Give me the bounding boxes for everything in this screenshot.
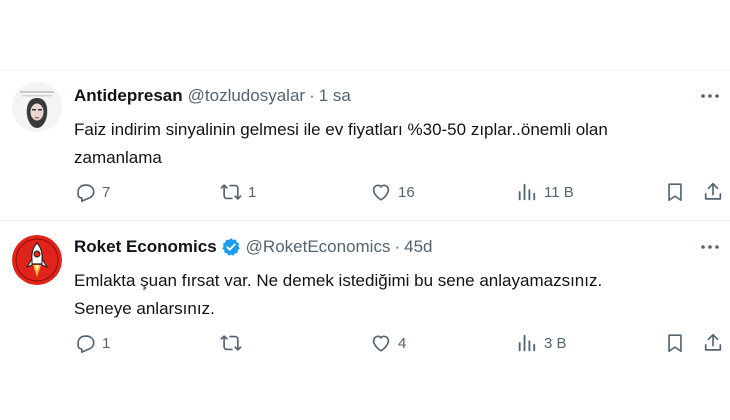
avatar-woman-image bbox=[12, 82, 62, 132]
display-name[interactable]: Roket Economics bbox=[74, 237, 217, 257]
timestamp[interactable]: 1 sa bbox=[319, 86, 351, 106]
reply-count: 1 bbox=[102, 334, 111, 352]
heart-icon bbox=[372, 335, 390, 352]
like-button[interactable]: 4 bbox=[370, 329, 406, 357]
views-button[interactable]: 11 B bbox=[516, 178, 574, 206]
tweet-roket-economics[interactable]: Roket Economics @RoketEconomics · 45d Em… bbox=[0, 221, 730, 371]
heart-icon bbox=[372, 184, 390, 201]
separator-dot: · bbox=[394, 237, 401, 256]
share-button[interactable] bbox=[702, 178, 724, 206]
views-count: 3 B bbox=[544, 334, 567, 352]
user-handle[interactable]: @RoketEconomics bbox=[246, 237, 391, 257]
tweet-antidepresan[interactable]: Antidepresan @tozludosyalar · 1 sa Faiz … bbox=[0, 70, 730, 220]
more-options-button[interactable] bbox=[698, 235, 722, 259]
tweet-text: Emlakta şuan fırsat var. Ne demek istedi… bbox=[74, 267, 694, 323]
reply-button[interactable]: 7 bbox=[74, 178, 110, 206]
display-name[interactable]: Antidepresan bbox=[74, 86, 183, 106]
share-icon bbox=[704, 182, 722, 200]
repost-icon bbox=[220, 184, 242, 200]
timestamp[interactable]: 45d bbox=[404, 237, 432, 257]
more-horizontal-icon bbox=[701, 245, 719, 249]
tweet-text-line: Seneye anlarsınız. bbox=[74, 299, 215, 318]
views-count: 11 B bbox=[544, 183, 574, 201]
avatar-antidepresan[interactable] bbox=[12, 82, 62, 132]
action-bar: 1 4 3 B bbox=[74, 329, 724, 357]
verified-badge-icon[interactable] bbox=[221, 237, 241, 257]
repost-count: 1 bbox=[248, 183, 257, 201]
like-button[interactable]: 16 bbox=[370, 178, 415, 206]
separator-dot: · bbox=[309, 86, 315, 105]
tweet-header: Roket Economics @RoketEconomics · 45d bbox=[74, 235, 433, 259]
views-button[interactable]: 3 B bbox=[516, 329, 567, 357]
views-icon bbox=[518, 334, 536, 352]
more-options-button[interactable] bbox=[698, 84, 722, 108]
tweet-text-line: zamanlama bbox=[74, 148, 162, 167]
user-handle[interactable]: @tozludosyalar bbox=[188, 86, 305, 106]
repost-button[interactable]: 1 bbox=[220, 178, 256, 206]
bookmark-button[interactable] bbox=[664, 329, 686, 357]
repost-icon bbox=[220, 335, 242, 351]
reply-button[interactable]: 1 bbox=[74, 329, 110, 357]
repost-button[interactable] bbox=[220, 329, 248, 357]
bookmark-icon bbox=[668, 183, 682, 202]
tweet-text-line: Emlakta şuan fırsat var. Ne demek istedi… bbox=[74, 271, 603, 290]
reply-count: 7 bbox=[102, 183, 111, 201]
share-icon bbox=[704, 333, 722, 351]
tweet-text: Faiz indirim sinyalinin gelmesi ile ev f… bbox=[74, 116, 694, 172]
more-horizontal-icon bbox=[701, 94, 719, 98]
like-count: 4 bbox=[398, 334, 407, 352]
views-icon bbox=[518, 183, 536, 201]
reply-icon bbox=[77, 335, 95, 353]
like-count: 16 bbox=[398, 183, 415, 201]
tweet-text-line: Faiz indirim sinyalinin gelmesi ile ev f… bbox=[74, 120, 608, 139]
tweet-header: Antidepresan @tozludosyalar · 1 sa bbox=[74, 84, 351, 108]
action-bar: 7 1 16 11 B bbox=[74, 178, 724, 206]
rocket-logo-icon bbox=[12, 235, 62, 285]
bookmark-button[interactable] bbox=[664, 178, 686, 206]
reply-icon bbox=[77, 184, 95, 202]
avatar-roket-economics[interactable] bbox=[12, 235, 62, 285]
bookmark-icon bbox=[668, 334, 682, 353]
share-button[interactable] bbox=[702, 329, 724, 357]
